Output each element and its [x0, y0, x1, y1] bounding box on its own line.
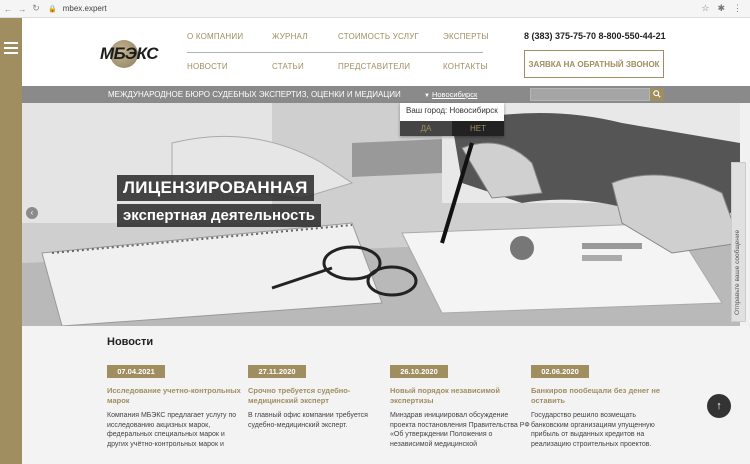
- news-card[interactable]: 27.11.2020 Срочно требуется судебно-меди…: [248, 361, 388, 430]
- logo-text: МБЭКС: [100, 44, 159, 63]
- slider-prev-icon[interactable]: ‹: [26, 207, 38, 219]
- city-name: Новосибирск: [431, 90, 478, 99]
- lock-icon: 🔒: [48, 5, 57, 13]
- menu-item-news[interactable]: НОВОСТИ: [187, 62, 228, 71]
- news-section: Новости 07.04.2021 Исследование учетно-к…: [22, 326, 750, 464]
- menu-item-experts[interactable]: ЭКСПЕРТЫ: [443, 32, 489, 41]
- news-date: 26.10.2020: [390, 365, 448, 378]
- sidebar: [0, 18, 22, 464]
- tagline: МЕЖДУНАРОДНОЕ БЮРО СУДЕБНЫХ ЭКСПЕРТИЗ, О…: [108, 90, 401, 99]
- news-headline[interactable]: Исследование учетно-контрольных марок: [107, 386, 247, 406]
- news-headline[interactable]: Новый порядок независимой экспертизы: [390, 386, 530, 406]
- extensions-icon[interactable]: ✱: [717, 3, 725, 14]
- search-button[interactable]: [650, 88, 664, 101]
- city-no-button[interactable]: НЕТ: [452, 121, 504, 136]
- menu-dots-icon[interactable]: ⋮: [733, 3, 742, 14]
- city-yes-button[interactable]: ДА: [400, 121, 452, 136]
- message-side-tab[interactable]: Отправьте ваше сообщение: [731, 162, 746, 322]
- logo[interactable]: МБЭКС: [100, 38, 164, 70]
- site-header: МБЭКС О КОМПАНИИ ЖУРНАЛ СТОИМОСТЬ УСЛУГ …: [22, 18, 750, 86]
- hero-banner: ЛИЦЕНЗИРОВАННАЯ экспертная деятельность …: [22, 103, 740, 326]
- callback-request-button[interactable]: ЗАЯВКА НА ОБРАТНЫЙ ЗВОНОК: [524, 50, 664, 78]
- news-card[interactable]: 07.04.2021 Исследование учетно-контрольн…: [107, 361, 247, 449]
- hamburger-menu-icon[interactable]: [4, 42, 18, 57]
- news-heading: Новости: [107, 336, 154, 348]
- phone-numbers[interactable]: 8 (383) 375-75-70 8-800-550-44-21: [524, 31, 666, 41]
- menu-item-representatives[interactable]: ПРЕДСТАВИТЕЛИ: [338, 62, 410, 71]
- news-card[interactable]: 26.10.2020 Новый порядок независимой экс…: [390, 361, 530, 449]
- address-bar[interactable]: mbex.expert: [63, 4, 107, 13]
- scroll-top-button[interactable]: ↑: [707, 394, 731, 418]
- news-card[interactable]: 02.06.2020 Банкиров пообещали без денег …: [531, 361, 671, 449]
- back-icon[interactable]: ←: [2, 4, 14, 14]
- menu-item-journal[interactable]: ЖУРНАЛ: [272, 32, 308, 41]
- city-question: Ваш город: Новосибирск: [406, 106, 498, 115]
- news-excerpt: В главный офис компании требуется судебн…: [248, 412, 368, 429]
- menu-item-about[interactable]: О КОМПАНИИ: [187, 32, 243, 41]
- menu-item-prices[interactable]: СТОИМОСТЬ УСЛУГ: [338, 32, 419, 41]
- news-excerpt: Государство решило возмещать банковским …: [531, 412, 655, 448]
- caret-down-icon: ▼: [424, 93, 430, 99]
- news-excerpt: Минздрав инициировал обсуждение проекта …: [390, 412, 530, 448]
- news-excerpt: Компания МБЭКС предлагает услугу по иссл…: [107, 412, 237, 448]
- star-icon[interactable]: ☆: [701, 3, 709, 14]
- news-date: 07.04.2021: [107, 365, 165, 378]
- news-headline[interactable]: Банкиров пообещали без денег не оставить: [531, 386, 671, 406]
- city-selector[interactable]: ▼ Новосибирск: [424, 90, 477, 99]
- reload-icon[interactable]: ↻: [30, 3, 42, 14]
- menu-item-contacts[interactable]: КОНТАКТЫ: [443, 62, 488, 71]
- news-date: 02.06.2020: [531, 365, 589, 378]
- news-headline[interactable]: Срочно требуется судебно-медицинский экс…: [248, 386, 388, 406]
- news-date: 27.11.2020: [248, 365, 306, 378]
- message-tab-label: Отправьте ваше сообщение: [734, 229, 741, 315]
- hero-title-line2: экспертная деятельность: [117, 204, 321, 227]
- menu-item-articles[interactable]: СТАТЬИ: [272, 62, 304, 71]
- search-icon: [653, 90, 661, 98]
- forward-icon[interactable]: →: [16, 4, 28, 14]
- info-strip: МЕЖДУНАРОДНОЕ БЮРО СУДЕБНЫХ ЭКСПЕРТИЗ, О…: [22, 86, 750, 103]
- menu-divider: [187, 52, 483, 53]
- city-confirm-popup: Ваш город: Новосибирск ДА НЕТ: [400, 103, 504, 136]
- hero-title-line1: ЛИЦЕНЗИРОВАННАЯ: [117, 175, 314, 201]
- browser-toolbar: ← → ↻ 🔒 mbex.expert ☆ ✱ ⋮: [0, 0, 750, 18]
- arrow-up-icon: ↑: [716, 400, 722, 412]
- search-input[interactable]: [530, 88, 650, 101]
